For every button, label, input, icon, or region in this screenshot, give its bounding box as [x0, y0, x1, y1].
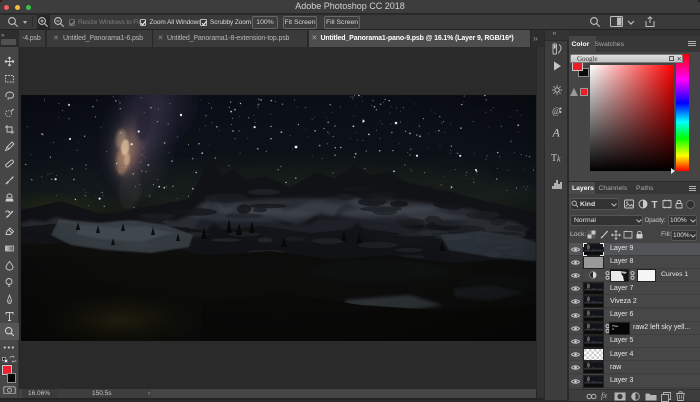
svg-text:T: T: [652, 200, 658, 209]
svg-text:A: A: [552, 126, 561, 139]
svg-text:@: @: [552, 106, 560, 116]
svg-text:k: k: [557, 154, 561, 163]
